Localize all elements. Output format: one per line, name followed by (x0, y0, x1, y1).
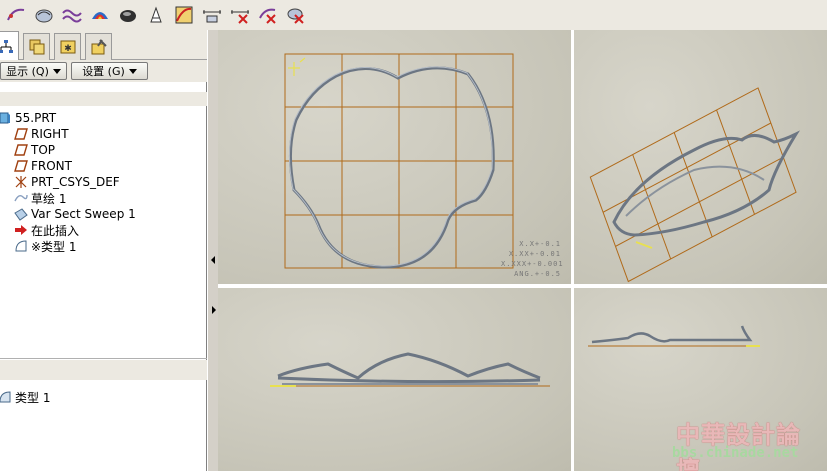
tolerance-line: X.XX+-0.01 (508, 250, 561, 258)
toolbar (0, 0, 827, 30)
datum-axis (288, 57, 306, 76)
settings-menu-button[interactable]: 设置 (G) (71, 62, 148, 80)
tree-item-label: 在此插入 (31, 223, 80, 238)
datum-curve-icon[interactable] (2, 2, 30, 28)
text-edit-icon[interactable] (142, 2, 170, 28)
tree-item-sketch[interactable]: 草绘 1 (14, 190, 66, 206)
dimension-icon[interactable] (198, 2, 226, 28)
iso-sweep-outline (612, 130, 801, 237)
panel-splitter[interactable] (207, 30, 218, 471)
dimension-delete-icon[interactable] (226, 2, 254, 28)
panel-divider (0, 358, 207, 359)
layers-icon (29, 39, 44, 55)
tree-item-csys[interactable]: PRT_CSYS_DEF (14, 174, 120, 190)
watermark-title: 中華設計論壇 (676, 420, 801, 471)
tab-layers[interactable] (23, 33, 50, 60)
tree-item-sweep[interactable]: Var Sect Sweep 1 (14, 206, 136, 222)
top-sweep-outline (591, 325, 753, 344)
tolerance-line: ANG.+-0.5 (514, 270, 561, 278)
tab-model-tree[interactable] (0, 31, 19, 61)
side-sweep-outline (277, 352, 541, 380)
tree-item-label: Var Sect Sweep 1 (31, 207, 136, 221)
tree-menus: 显示 (Q) 设置 (G) (0, 60, 207, 82)
panel-tabs: ✱ (0, 30, 207, 61)
datum-plane-icon (14, 144, 28, 156)
expand-right-icon[interactable] (212, 306, 216, 314)
insert-arrow-icon (15, 225, 27, 235)
sketch-icon (14, 194, 28, 202)
model-tree-panel: ✱ 显示 (Q) 设置 (G) 55.PRT RIGHT TOP FRONT P… (0, 30, 207, 471)
settings-menu-label: 设置 (G) (82, 65, 125, 78)
datum-plane-icon (14, 160, 28, 172)
collapse-left-icon[interactable] (211, 256, 215, 264)
part-icon (0, 112, 10, 124)
tree-header-band (0, 92, 207, 106)
sweep-outline (288, 66, 495, 269)
shaded-surface-icon[interactable] (114, 2, 142, 28)
tools-icon (91, 39, 107, 55)
model-tree-icon (0, 39, 13, 53)
type-surface-icon (15, 240, 27, 252)
graph-curve-icon[interactable] (170, 2, 198, 28)
detail-item-label: 类型 1 (15, 390, 51, 405)
tree-item-label: 55.PRT (15, 111, 57, 125)
tree-item-label: TOP (31, 143, 56, 157)
viewport-isometric[interactable] (574, 30, 827, 284)
viewport-side[interactable] (218, 288, 571, 471)
tree-item-label: 草绘 1 (31, 191, 67, 206)
feature-folder-icon: ✱ (60, 40, 75, 54)
tab-feature-folder[interactable]: ✱ (54, 33, 81, 60)
iso-sketch-grid (589, 87, 797, 283)
graphics-window[interactable]: X.X+-0.1 X.XX+-0.01 X.XXX+-0.001 ANG.+-0… (218, 30, 827, 471)
tree-item-type[interactable]: ※类型 1 (14, 238, 77, 254)
type-surface-icon (0, 391, 11, 403)
iso-datum-mark (635, 241, 653, 249)
svg-text:✱: ✱ (64, 44, 72, 54)
tree-item-front[interactable]: FRONT (14, 158, 72, 174)
tree-item-label: RIGHT (31, 127, 69, 141)
curve-delete-icon[interactable] (254, 2, 282, 28)
datum-plane-icon (14, 128, 28, 140)
show-menu-button[interactable]: 显示 (Q) (0, 62, 67, 80)
tree-item-label: ※类型 1 (31, 239, 77, 254)
tolerance-line: X.X+-0.1 (519, 240, 561, 248)
tab-tools[interactable] (85, 33, 112, 60)
show-menu-label: 显示 (Q) (6, 65, 49, 78)
tree-item-right[interactable]: RIGHT (14, 126, 69, 142)
tree-item-part[interactable]: 55.PRT (0, 110, 56, 126)
tree-item-label: FRONT (31, 159, 72, 173)
color-sphere-icon[interactable] (86, 2, 114, 28)
viewport-front[interactable]: X.X+-0.1 X.XX+-0.01 X.XXX+-0.001 ANG.+-0… (218, 30, 571, 284)
csys-icon (15, 176, 27, 188)
watermark-url: bbs.chinade.net (672, 445, 799, 461)
tolerance-table: X.X+-0.1 X.XX+-0.01 X.XXX+-0.001 ANG.+-0… (501, 239, 564, 279)
wave-curve-icon[interactable] (58, 2, 86, 28)
surface-delete-icon[interactable] (282, 2, 310, 28)
chevron-down-icon (52, 68, 61, 74)
forum-watermark: 中華設計論壇 bbs.chinade.net (668, 415, 825, 471)
tree-item-label: PRT_CSYS_DEF (31, 175, 120, 189)
sweep-icon (14, 208, 28, 221)
tolerance-line: X.XXX+-0.001 (501, 260, 564, 268)
detail-header-band (0, 360, 207, 380)
fillet-surface-icon[interactable] (30, 2, 58, 28)
tree-item-insert-here[interactable]: 在此插入 (14, 222, 79, 238)
chevron-down-icon (128, 68, 137, 74)
detail-item-type[interactable]: 类型 1 (0, 389, 50, 405)
tree-item-top[interactable]: TOP (14, 142, 55, 158)
